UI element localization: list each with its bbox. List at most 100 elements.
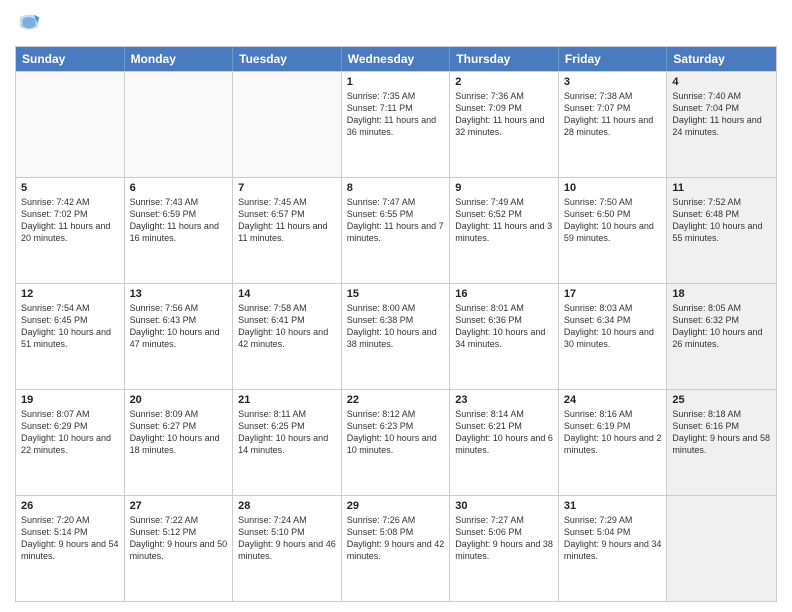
- cell-text: Sunrise: 7:52 AM Sunset: 6:48 PM Dayligh…: [672, 196, 771, 245]
- calendar-cell: 4 Sunrise: 7:40 AM Sunset: 7:04 PM Daylig…: [667, 72, 776, 177]
- calendar-cell: 1 Sunrise: 7:35 AM Sunset: 7:11 PM Daylig…: [342, 72, 451, 177]
- day-number: 31: [564, 500, 662, 512]
- calendar-cell: 22 Sunrise: 8:12 AM Sunset: 6:23 PM Dayli…: [342, 390, 451, 495]
- calendar-cell: 13Sunrise: 7:56 AM Sunset: 6:43 PM Dayli…: [125, 284, 234, 389]
- cell-text: Sunrise: 7:54 AM Sunset: 6:45 PM Dayligh…: [21, 302, 119, 351]
- calendar-cell: 9 Sunrise: 7:49 AM Sunset: 6:52 PM Daylig…: [450, 178, 559, 283]
- calendar-cell: 29 Sunrise: 7:26 AM Sunset: 5:08 PM Dayli…: [342, 496, 451, 601]
- calendar-header-cell: Sunday: [16, 47, 125, 71]
- day-number: 17: [564, 288, 662, 300]
- calendar-cell: 16 Sunrise: 8:01 AM Sunset: 6:36 PM Dayli…: [450, 284, 559, 389]
- header: [15, 10, 777, 38]
- calendar-header-cell: Tuesday: [233, 47, 342, 71]
- cell-text: Sunrise: 8:00 AM Sunset: 6:38 PM Dayligh…: [347, 302, 445, 351]
- cell-text: Sunrise: 8:16 AM Sunset: 6:19 PM Dayligh…: [564, 408, 662, 457]
- logo: [15, 10, 47, 38]
- cell-text: Sunrise: 7:24 AM Sunset: 5:10 PM Dayligh…: [238, 514, 336, 563]
- day-number: 12: [21, 288, 119, 300]
- cell-text: Sunrise: 7:35 AM Sunset: 7:11 PM Dayligh…: [347, 90, 445, 139]
- day-number: 22: [347, 394, 445, 406]
- calendar-cell: 26 Sunrise: 7:20 AM Sunset: 5:14 PM Dayli…: [16, 496, 125, 601]
- cell-text: Sunrise: 7:40 AM Sunset: 7:04 PM Dayligh…: [672, 90, 771, 139]
- calendar-header-cell: Thursday: [450, 47, 559, 71]
- cell-text: Sunrise: 7:29 AM Sunset: 5:04 PM Dayligh…: [564, 514, 662, 563]
- calendar-cell: 7Sunrise: 7:45 AM Sunset: 6:57 PM Daylig…: [233, 178, 342, 283]
- day-number: 3: [564, 76, 662, 88]
- day-number: 4: [672, 76, 771, 88]
- cell-text: Sunrise: 8:01 AM Sunset: 6:36 PM Dayligh…: [455, 302, 553, 351]
- day-number: 9: [455, 182, 553, 194]
- cell-text: Sunrise: 7:38 AM Sunset: 7:07 PM Dayligh…: [564, 90, 662, 139]
- calendar-cell: [233, 72, 342, 177]
- day-number: 28: [238, 500, 336, 512]
- calendar-header: SundayMondayTuesdayWednesdayThursdayFrid…: [16, 47, 776, 71]
- day-number: 11: [672, 182, 771, 194]
- day-number: 1: [347, 76, 445, 88]
- calendar-cell: 10Sunrise: 7:50 AM Sunset: 6:50 PM Dayli…: [559, 178, 668, 283]
- day-number: 14: [238, 288, 336, 300]
- day-number: 2: [455, 76, 553, 88]
- day-number: 23: [455, 394, 553, 406]
- day-number: 13: [130, 288, 228, 300]
- calendar-cell: [16, 72, 125, 177]
- calendar-header-cell: Wednesday: [342, 47, 451, 71]
- day-number: 27: [130, 500, 228, 512]
- day-number: 7: [238, 182, 336, 194]
- day-number: 19: [21, 394, 119, 406]
- cell-text: Sunrise: 7:20 AM Sunset: 5:14 PM Dayligh…: [21, 514, 119, 563]
- calendar-cell: 24 Sunrise: 8:16 AM Sunset: 6:19 PM Dayli…: [559, 390, 668, 495]
- calendar-row: 19 Sunrise: 8:07 AM Sunset: 6:29 PM Dayli…: [16, 389, 776, 495]
- cell-text: Sunrise: 7:42 AM Sunset: 7:02 PM Dayligh…: [21, 196, 119, 245]
- logo-icon: [15, 10, 43, 38]
- day-number: 29: [347, 500, 445, 512]
- calendar-cell: 6 Sunrise: 7:43 AM Sunset: 6:59 PM Daylig…: [125, 178, 234, 283]
- calendar-cell: 17 Sunrise: 8:03 AM Sunset: 6:34 PM Dayli…: [559, 284, 668, 389]
- cell-text: Sunrise: 7:22 AM Sunset: 5:12 PM Dayligh…: [130, 514, 228, 563]
- calendar-cell: 12 Sunrise: 7:54 AM Sunset: 6:45 PM Dayli…: [16, 284, 125, 389]
- calendar-cell: 3 Sunrise: 7:38 AM Sunset: 7:07 PM Daylig…: [559, 72, 668, 177]
- cell-text: Sunrise: 8:05 AM Sunset: 6:32 PM Dayligh…: [672, 302, 771, 351]
- calendar-cell: [667, 496, 776, 601]
- day-number: 26: [21, 500, 119, 512]
- calendar-cell: 8 Sunrise: 7:47 AM Sunset: 6:55 PM Daylig…: [342, 178, 451, 283]
- day-number: 6: [130, 182, 228, 194]
- calendar-cell: 19 Sunrise: 8:07 AM Sunset: 6:29 PM Dayli…: [16, 390, 125, 495]
- cell-text: Sunrise: 8:03 AM Sunset: 6:34 PM Dayligh…: [564, 302, 662, 351]
- calendar-cell: 31 Sunrise: 7:29 AM Sunset: 5:04 PM Dayli…: [559, 496, 668, 601]
- day-number: 5: [21, 182, 119, 194]
- day-number: 10: [564, 182, 662, 194]
- calendar-cell: 27 Sunrise: 7:22 AM Sunset: 5:12 PM Dayli…: [125, 496, 234, 601]
- calendar-cell: 11 Sunrise: 7:52 AM Sunset: 6:48 PM Dayli…: [667, 178, 776, 283]
- cell-text: Sunrise: 8:07 AM Sunset: 6:29 PM Dayligh…: [21, 408, 119, 457]
- calendar-cell: 23 Sunrise: 8:14 AM Sunset: 6:21 PM Dayli…: [450, 390, 559, 495]
- calendar-body: 1 Sunrise: 7:35 AM Sunset: 7:11 PM Daylig…: [16, 71, 776, 601]
- day-number: 30: [455, 500, 553, 512]
- cell-text: Sunrise: 7:49 AM Sunset: 6:52 PM Dayligh…: [455, 196, 553, 245]
- day-number: 18: [672, 288, 771, 300]
- day-number: 16: [455, 288, 553, 300]
- day-number: 15: [347, 288, 445, 300]
- calendar-row: 12 Sunrise: 7:54 AM Sunset: 6:45 PM Dayli…: [16, 283, 776, 389]
- calendar-cell: 28 Sunrise: 7:24 AM Sunset: 5:10 PM Dayli…: [233, 496, 342, 601]
- day-number: 20: [130, 394, 228, 406]
- calendar-cell: 25Sunrise: 8:18 AM Sunset: 6:16 PM Dayli…: [667, 390, 776, 495]
- cell-text: Sunrise: 7:47 AM Sunset: 6:55 PM Dayligh…: [347, 196, 445, 245]
- cell-text: Sunrise: 7:43 AM Sunset: 6:59 PM Dayligh…: [130, 196, 228, 245]
- calendar-cell: [125, 72, 234, 177]
- cell-text: Sunrise: 7:26 AM Sunset: 5:08 PM Dayligh…: [347, 514, 445, 563]
- cell-text: Sunrise: 8:12 AM Sunset: 6:23 PM Dayligh…: [347, 408, 445, 457]
- day-number: 8: [347, 182, 445, 194]
- day-number: 24: [564, 394, 662, 406]
- cell-text: Sunrise: 8:09 AM Sunset: 6:27 PM Dayligh…: [130, 408, 228, 457]
- cell-text: Sunrise: 7:27 AM Sunset: 5:06 PM Dayligh…: [455, 514, 553, 563]
- cell-text: Sunrise: 8:18 AM Sunset: 6:16 PM Dayligh…: [672, 408, 771, 457]
- calendar-row: 5 Sunrise: 7:42 AM Sunset: 7:02 PM Daylig…: [16, 177, 776, 283]
- calendar-cell: 14 Sunrise: 7:58 AM Sunset: 6:41 PM Dayli…: [233, 284, 342, 389]
- calendar-cell: 18 Sunrise: 8:05 AM Sunset: 6:32 PM Dayli…: [667, 284, 776, 389]
- calendar-cell: 21Sunrise: 8:11 AM Sunset: 6:25 PM Dayli…: [233, 390, 342, 495]
- cell-text: Sunrise: 7:58 AM Sunset: 6:41 PM Dayligh…: [238, 302, 336, 351]
- calendar-header-cell: Monday: [125, 47, 234, 71]
- calendar-header-cell: Friday: [559, 47, 668, 71]
- cell-text: Sunrise: 8:14 AM Sunset: 6:21 PM Dayligh…: [455, 408, 553, 457]
- calendar-row: 1 Sunrise: 7:35 AM Sunset: 7:11 PM Daylig…: [16, 71, 776, 177]
